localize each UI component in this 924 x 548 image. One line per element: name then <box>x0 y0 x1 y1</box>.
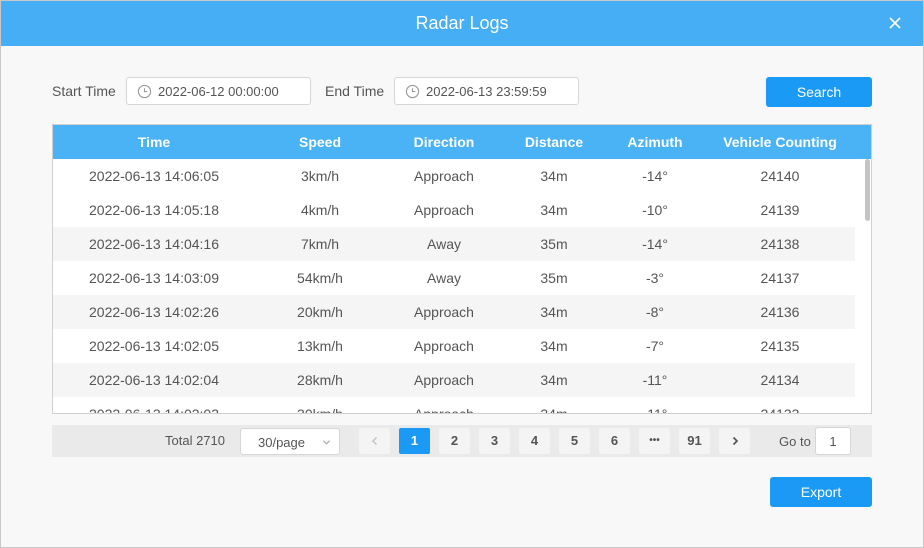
pagination-bar: Total 2710 30/page 1 2 3 4 5 6 ••• 91 Go… <box>52 425 872 457</box>
column-header-speed: Speed <box>298 134 341 150</box>
cell-speed: 7km/h <box>300 236 340 252</box>
dialog-title: Radar Logs <box>415 13 509 33</box>
table-scrollbar-thumb[interactable] <box>865 159 870 221</box>
cell-vehicle-counting: 24134 <box>760 372 800 388</box>
end-time-label: End Time <box>325 83 385 99</box>
cell-vehicle-counting: 24133 <box>760 406 800 414</box>
next-page-button[interactable] <box>719 428 750 454</box>
cell-distance: 34m <box>540 304 568 320</box>
chevron-down-icon <box>322 440 331 445</box>
export-button[interactable]: Export <box>770 477 872 507</box>
search-button[interactable]: Search <box>766 77 872 107</box>
column-header-vehicle-counting: Vehicle Counting <box>723 134 837 150</box>
end-time-value: 2022-06-13 23:59:59 <box>426 84 547 99</box>
cell-distance: 35m <box>540 270 568 286</box>
cell-speed: 4km/h <box>300 202 340 218</box>
cell-direction: Approach <box>414 372 474 388</box>
cell-time: 2022-06-13 14:02:05 <box>89 338 219 354</box>
prev-page-button[interactable] <box>359 428 390 454</box>
cell-vehicle-counting: 24136 <box>760 304 800 320</box>
cell-vehicle-counting: 24140 <box>760 168 800 184</box>
table-header: Time Speed Direction Distance Azimuth Ve… <box>53 125 871 159</box>
cell-direction: Approach <box>414 338 474 354</box>
cell-speed: 20km/h <box>297 304 343 320</box>
cell-distance: 35m <box>540 236 568 252</box>
cell-time: 2022-06-13 14:03:09 <box>89 270 219 286</box>
column-header-time: Time <box>137 134 171 150</box>
cell-distance: 34m <box>540 406 568 414</box>
cell-direction: Approach <box>414 168 474 184</box>
column-header-distance: Distance <box>524 134 584 150</box>
cell-time: 2022-06-13 14:02:04 <box>89 372 219 388</box>
table-row[interactable]: 2022-06-13 14:05:18 4km/h Approach 34m -… <box>53 193 855 227</box>
page-button-2[interactable]: 2 <box>439 428 470 454</box>
page-size-value: 30/page <box>258 435 305 450</box>
cell-direction: Away <box>427 236 461 252</box>
page-button-91[interactable]: 91 <box>679 428 710 454</box>
cell-speed: 13km/h <box>297 338 343 354</box>
cell-distance: 34m <box>540 338 568 354</box>
table-row[interactable]: 2022-06-13 14:02:05 13km/h Approach 34m … <box>53 329 855 363</box>
cell-time: 2022-06-13 14:06:05 <box>89 168 219 184</box>
cell-speed: 3km/h <box>300 168 340 184</box>
radar-logs-dialog: Radar Logs Start Time 2022-06-12 00:00:0… <box>0 0 924 548</box>
cell-azimuth: -14° <box>642 236 668 252</box>
table-row[interactable]: 2022-06-13 14:02:04 28km/h Approach 34m … <box>53 363 855 397</box>
cell-distance: 34m <box>540 168 568 184</box>
page-button-5[interactable]: 5 <box>559 428 590 454</box>
cell-speed: 28km/h <box>297 372 343 388</box>
cell-time: 2022-06-13 14:02:26 <box>89 304 219 320</box>
cell-time: 2022-06-13 14:02:03 <box>89 406 219 414</box>
table-row[interactable]: 2022-06-13 14:04:16 7km/h Away 35m -14° … <box>53 227 855 261</box>
cell-direction: Approach <box>414 304 474 320</box>
table-row[interactable]: 2022-06-13 14:03:09 54km/h Away 35m -3° … <box>53 261 855 295</box>
cell-vehicle-counting: 24139 <box>760 202 800 218</box>
column-header-azimuth: Azimuth <box>627 134 683 150</box>
start-time-label: Start Time <box>52 83 116 99</box>
chevron-left-icon <box>371 436 377 446</box>
cell-direction: Approach <box>414 406 474 414</box>
cell-vehicle-counting: 24138 <box>760 236 800 252</box>
column-header-direction: Direction <box>413 134 475 150</box>
cell-azimuth: -11° <box>642 406 668 414</box>
start-time-input[interactable]: 2022-06-12 00:00:00 <box>126 77 311 105</box>
cell-direction: Away <box>427 270 461 286</box>
page-button-4[interactable]: 4 <box>519 428 550 454</box>
goto-label: Go to <box>779 434 811 449</box>
cell-speed: 30km/h <box>297 406 343 414</box>
page-button-6[interactable]: 6 <box>599 428 630 454</box>
page-button-3[interactable]: 3 <box>479 428 510 454</box>
clock-icon <box>137 84 152 99</box>
table-body: 2022-06-13 14:06:05 3km/h Approach 34m -… <box>53 159 855 414</box>
goto-page-input[interactable] <box>815 427 851 455</box>
cell-distance: 34m <box>540 202 568 218</box>
cell-direction: Approach <box>414 202 474 218</box>
clock-icon <box>405 84 420 99</box>
chevron-right-icon <box>732 436 738 446</box>
start-time-value: 2022-06-12 00:00:00 <box>158 84 279 99</box>
cell-time: 2022-06-13 14:04:16 <box>89 236 219 252</box>
radar-log-table: Time Speed Direction Distance Azimuth Ve… <box>52 124 872 414</box>
close-icon[interactable] <box>887 15 903 31</box>
cell-distance: 34m <box>540 372 568 388</box>
cell-azimuth: -10° <box>642 202 668 218</box>
page-size-select[interactable]: 30/page <box>240 428 340 455</box>
dialog-titlebar: Radar Logs <box>1 1 923 46</box>
cell-vehicle-counting: 24137 <box>760 270 800 286</box>
page-button-1[interactable]: 1 <box>399 428 430 454</box>
total-count: Total 2710 <box>165 433 225 448</box>
cell-azimuth: -14° <box>642 168 668 184</box>
cell-time: 2022-06-13 14:05:18 <box>89 202 219 218</box>
end-time-input[interactable]: 2022-06-13 23:59:59 <box>394 77 579 105</box>
cell-azimuth: -3° <box>645 270 665 286</box>
cell-vehicle-counting: 24135 <box>760 338 800 354</box>
table-row[interactable]: 2022-06-13 14:02:03 30km/h Approach 34m … <box>53 397 855 414</box>
table-row[interactable]: 2022-06-13 14:02:26 20km/h Approach 34m … <box>53 295 855 329</box>
page-ellipsis-button[interactable]: ••• <box>639 428 670 454</box>
cell-azimuth: -8° <box>645 304 665 320</box>
cell-azimuth: -11° <box>642 372 668 388</box>
cell-speed: 54km/h <box>297 270 343 286</box>
cell-azimuth: -7° <box>645 338 665 354</box>
table-row[interactable]: 2022-06-13 14:06:05 3km/h Approach 34m -… <box>53 159 855 193</box>
